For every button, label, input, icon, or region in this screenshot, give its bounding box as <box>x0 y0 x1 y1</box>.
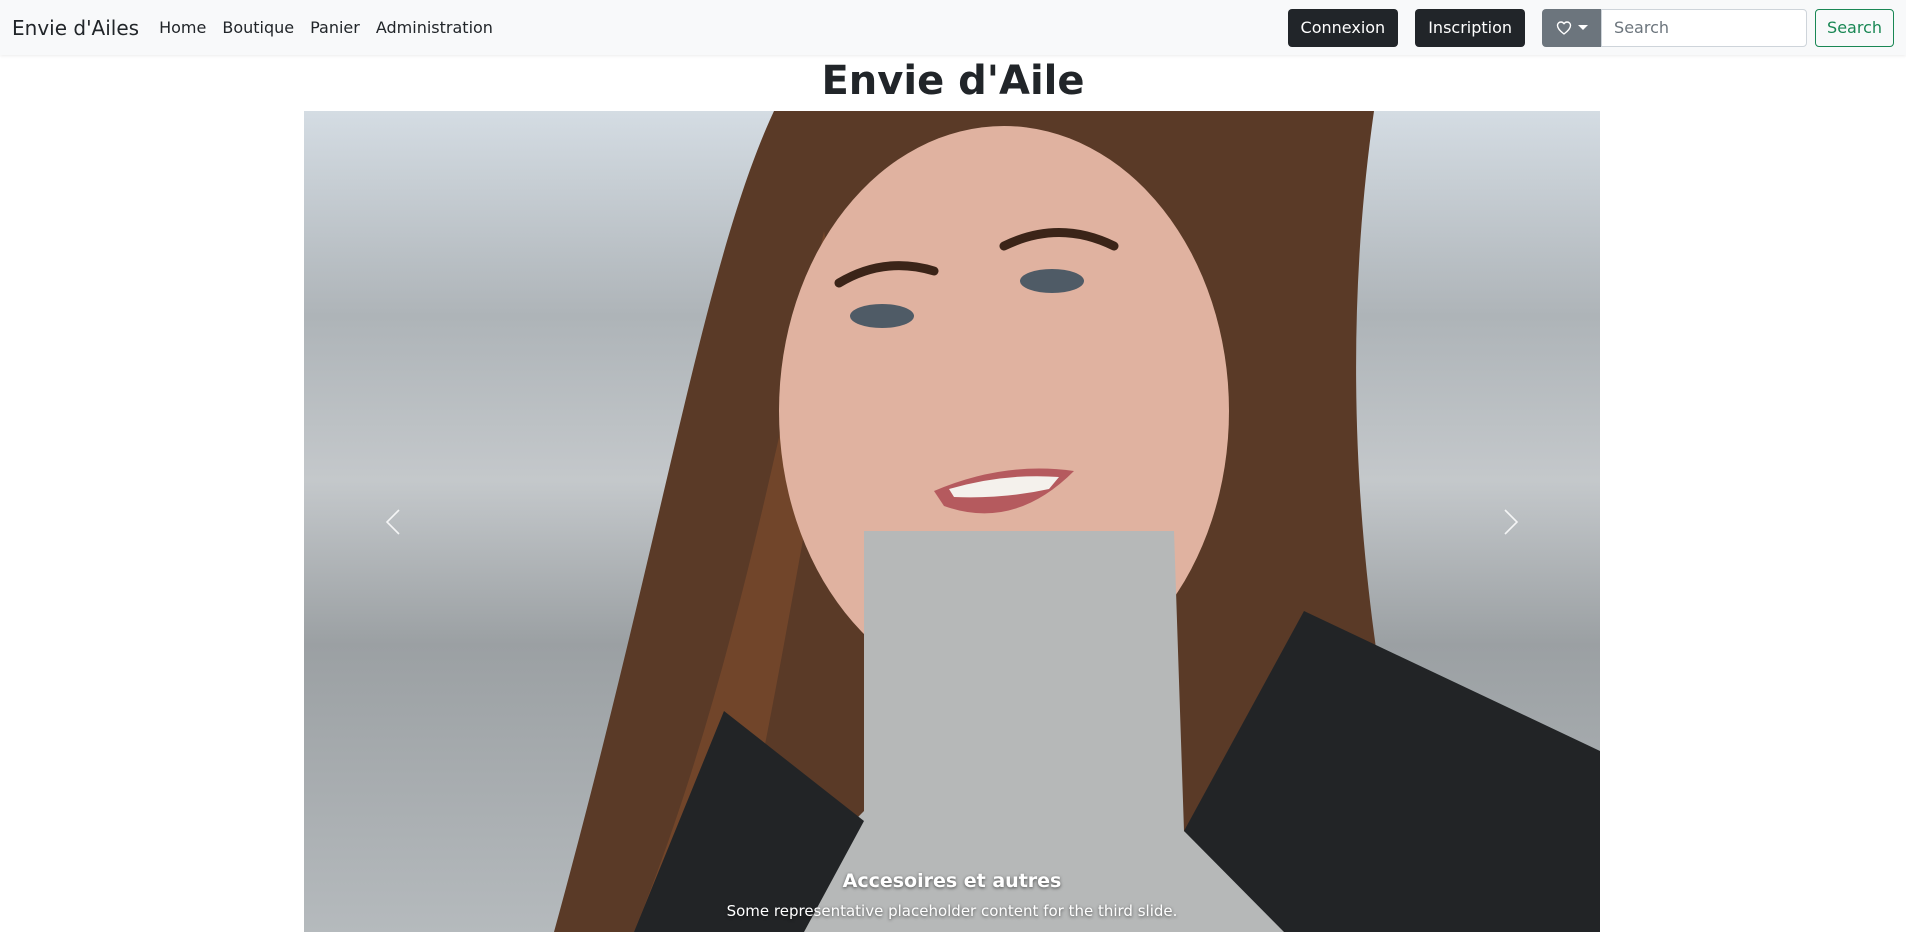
carousel-caption: Accesoires et autres Some representative… <box>304 868 1600 932</box>
login-button[interactable]: Connexion <box>1287 8 1399 47</box>
nav-link-administration[interactable]: Administration <box>368 18 501 37</box>
carousel: Accesoires et autres Some representative… <box>304 111 1600 932</box>
slide-image <box>554 111 1600 932</box>
nav-links: Home Boutique Panier Administration <box>151 18 501 37</box>
favorites-dropdown-button[interactable] <box>1542 8 1602 47</box>
nav-link-home[interactable]: Home <box>151 18 214 37</box>
caption-text: Some representative placeholder content … <box>726 902 1178 920</box>
chevron-left-icon <box>385 508 400 535</box>
carousel-prev-control[interactable] <box>304 111 484 932</box>
signup-button[interactable]: Inscription <box>1415 8 1526 47</box>
chevron-right-icon <box>1504 508 1519 535</box>
carousel-next-control[interactable] <box>1420 111 1600 932</box>
nav-actions: Connexion Inscription Search <box>1287 8 1894 47</box>
page-title: Envie d'Aile <box>821 58 1085 104</box>
search-input[interactable] <box>1601 8 1808 47</box>
top-navbar: Envie d'Ailes Home Boutique Panier Admin… <box>0 0 1906 55</box>
brand-link[interactable]: Envie d'Ailes <box>12 16 139 40</box>
search-button[interactable]: Search <box>1815 8 1894 47</box>
caption-title: Accesoires et autres <box>842 870 1062 892</box>
nav-link-boutique[interactable]: Boutique <box>214 18 302 37</box>
heart-icon <box>1556 20 1571 35</box>
nav-link-panier[interactable]: Panier <box>302 18 368 37</box>
chevron-down-icon <box>1577 25 1588 30</box>
